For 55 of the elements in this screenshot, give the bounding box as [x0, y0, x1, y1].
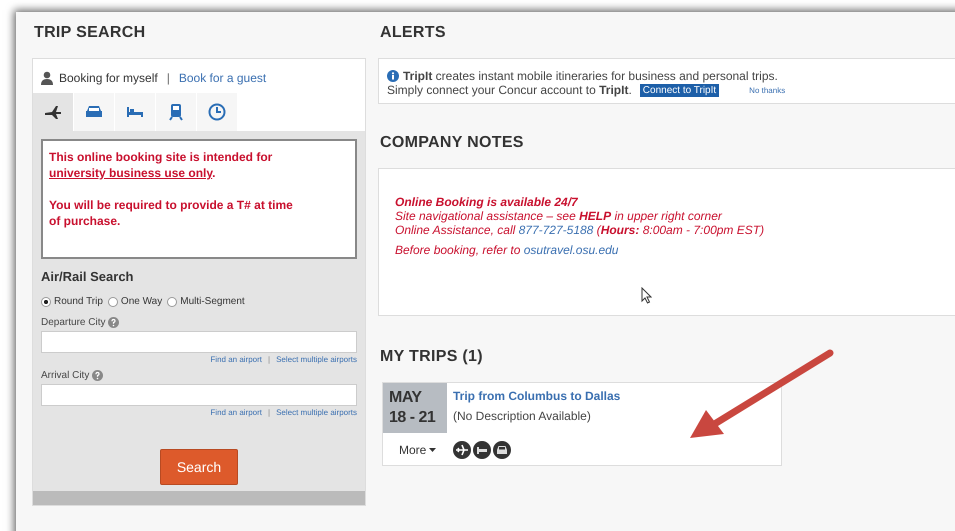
- more-dropdown[interactable]: More: [383, 433, 447, 463]
- bed-icon: [126, 106, 144, 118]
- section-title: TRIP SEARCH: [34, 24, 146, 42]
- notes-line: Online Assistance, call 877-727-5188 (Hours: 8:00am - 7:00pm EST): [395, 223, 766, 237]
- trip-month: MAY: [389, 388, 423, 408]
- alert-text: Simply connect your Concur account to TripIt.: [387, 83, 632, 97]
- find-airport-link[interactable]: Find an airport: [210, 408, 262, 417]
- notes-line: Site navigational assistance – see HELP in upper right corner: [395, 209, 724, 223]
- field-label: Arrival City: [41, 370, 90, 381]
- plane-icon: [44, 104, 62, 120]
- train-icon: [169, 103, 183, 121]
- plane-icon: [453, 441, 471, 459]
- radio-icon[interactable]: [108, 296, 118, 306]
- caret-icon: [429, 448, 436, 452]
- trip-days: 18 - 21: [389, 408, 441, 428]
- section-title: ALERTS: [380, 24, 447, 42]
- guest-link[interactable]: Book for a guest: [178, 71, 266, 85]
- booking-for-label: Booking for myself: [59, 71, 158, 85]
- separator: |: [166, 71, 170, 85]
- notice-text: You will be required to provide a T# at time of purchase.: [49, 197, 294, 229]
- notes-link[interactable]: osutravel.osu.edu: [524, 243, 618, 257]
- select-airports-link[interactable]: Select multiple airports: [276, 408, 357, 417]
- alert-text: TripIt creates instant mobile itineraries for business and personal trips.: [403, 69, 778, 83]
- notes-heading: Online Booking is available 24/7: [395, 195, 579, 209]
- separator: |: [268, 355, 270, 364]
- notes-link[interactable]: 877-727-5188: [518, 223, 594, 237]
- section-title: MY TRIPS (1): [380, 348, 484, 366]
- help-icon[interactable]: [108, 317, 120, 328]
- field-label: Departure City: [41, 317, 106, 328]
- bed-icon: [473, 441, 491, 459]
- travel-tab[interactable]: [33, 93, 74, 131]
- trip-link[interactable]: Trip from Columbus to Dallas: [453, 389, 620, 403]
- cursor-icon: [641, 287, 652, 304]
- trip-type-radio[interactable]: Multi-Segment: [167, 296, 245, 307]
- radio-icon[interactable]: [41, 296, 51, 306]
- radio-icon[interactable]: [167, 296, 178, 306]
- city-input[interactable]: [41, 331, 357, 353]
- select-airports-link[interactable]: Select multiple airports: [276, 355, 357, 364]
- person-icon: [41, 71, 53, 85]
- no-thanks-link[interactable]: No thanks: [749, 86, 786, 94]
- trip-type-radio[interactable]: Round Trip: [41, 296, 103, 307]
- find-airport-link[interactable]: Find an airport: [210, 355, 262, 364]
- info-icon: [387, 70, 399, 82]
- search-button[interactable]: Search: [160, 449, 238, 485]
- connect-button[interactable]: Connect to TripIt: [640, 84, 720, 96]
- notes-line: Before booking, refer to osutravel.osu.edu: [395, 243, 620, 257]
- separator: |: [268, 408, 270, 417]
- section-title: COMPANY NOTES: [380, 134, 525, 152]
- help-icon[interactable]: [92, 370, 104, 381]
- form-title: Air/Rail Search: [41, 269, 134, 284]
- trip-type-radio[interactable]: One Way: [108, 296, 162, 307]
- clock-icon: [208, 103, 226, 121]
- city-input[interactable]: [41, 384, 357, 406]
- notice-text: This online booking site is intended for university business use only.: [49, 149, 274, 181]
- trip-description: (No Description Available): [453, 409, 592, 423]
